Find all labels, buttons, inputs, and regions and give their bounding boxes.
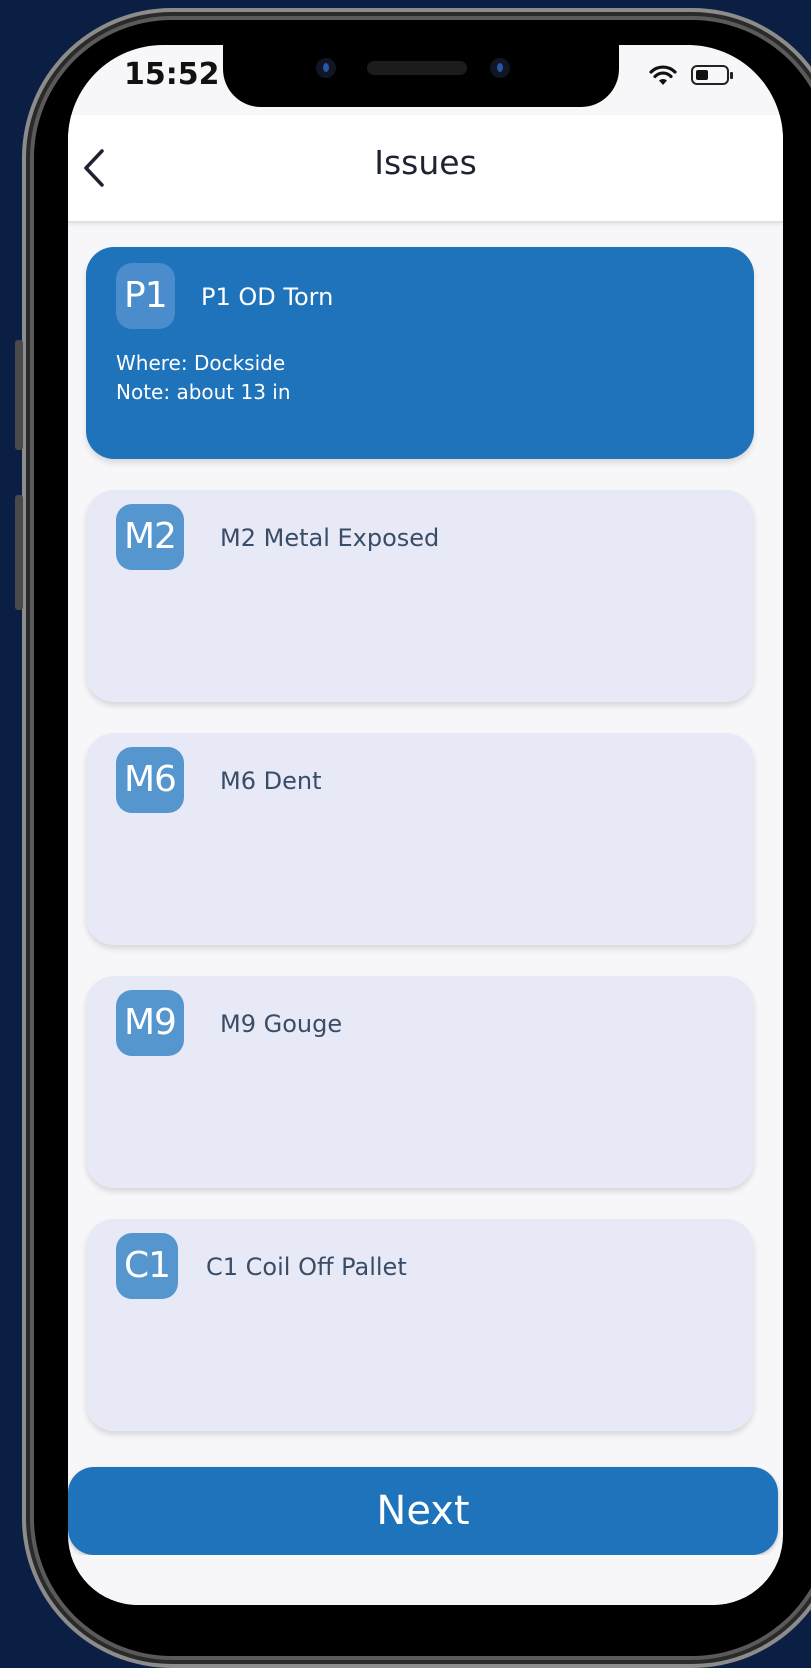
- issue-title: M9 Gouge: [220, 1010, 343, 1038]
- issue-code-badge: C1: [116, 1233, 179, 1299]
- wifi-icon: [649, 65, 677, 85]
- status-time: 15:52: [124, 57, 220, 92]
- issue-code-badge: P1: [116, 263, 175, 329]
- sensor-icon: [490, 58, 510, 78]
- issue-title: C1 Coil Off Pallet: [206, 1253, 407, 1281]
- navigation-bar: Issues: [68, 115, 783, 223]
- app-screen: 15:52 Issues P1 P1 OD Torn Where: Docksi…: [68, 45, 783, 1605]
- issues-list: P1 P1 OD Torn Where: Dockside Note: abou…: [86, 247, 754, 1462]
- next-button[interactable]: Next: [68, 1467, 778, 1555]
- issue-details: Where: Dockside Note: about 13 in: [116, 349, 291, 407]
- issue-card-m2[interactable]: M2 M2 Metal Exposed: [86, 490, 754, 702]
- issue-card-p1[interactable]: P1 P1 OD Torn Where: Dockside Note: abou…: [86, 247, 754, 459]
- issue-title: M2 Metal Exposed: [220, 524, 440, 552]
- issue-card-m6[interactable]: M6 M6 Dent: [86, 733, 754, 945]
- volume-down-button: [15, 495, 23, 610]
- issue-code-badge: M9: [116, 990, 184, 1056]
- issue-title: P1 OD Torn: [201, 283, 334, 311]
- issue-code-badge: M6: [116, 747, 184, 813]
- camera-icon: [316, 58, 336, 78]
- issue-code-badge: M2: [116, 504, 184, 570]
- issue-card-c1[interactable]: C1 C1 Coil Off Pallet: [86, 1219, 754, 1431]
- volume-up-button: [15, 340, 23, 450]
- speaker-grille: [367, 61, 467, 75]
- issue-title: M6 Dent: [220, 767, 322, 795]
- battery-icon: [691, 65, 733, 85]
- issue-card-m9[interactable]: M9 M9 Gouge: [86, 976, 754, 1188]
- issue-where: Where: Dockside: [116, 351, 286, 375]
- notch: [223, 45, 619, 107]
- page-title: Issues: [374, 143, 477, 182]
- home-indicator-area: [68, 1555, 783, 1605]
- issue-note: Note: about 13 in: [116, 380, 291, 404]
